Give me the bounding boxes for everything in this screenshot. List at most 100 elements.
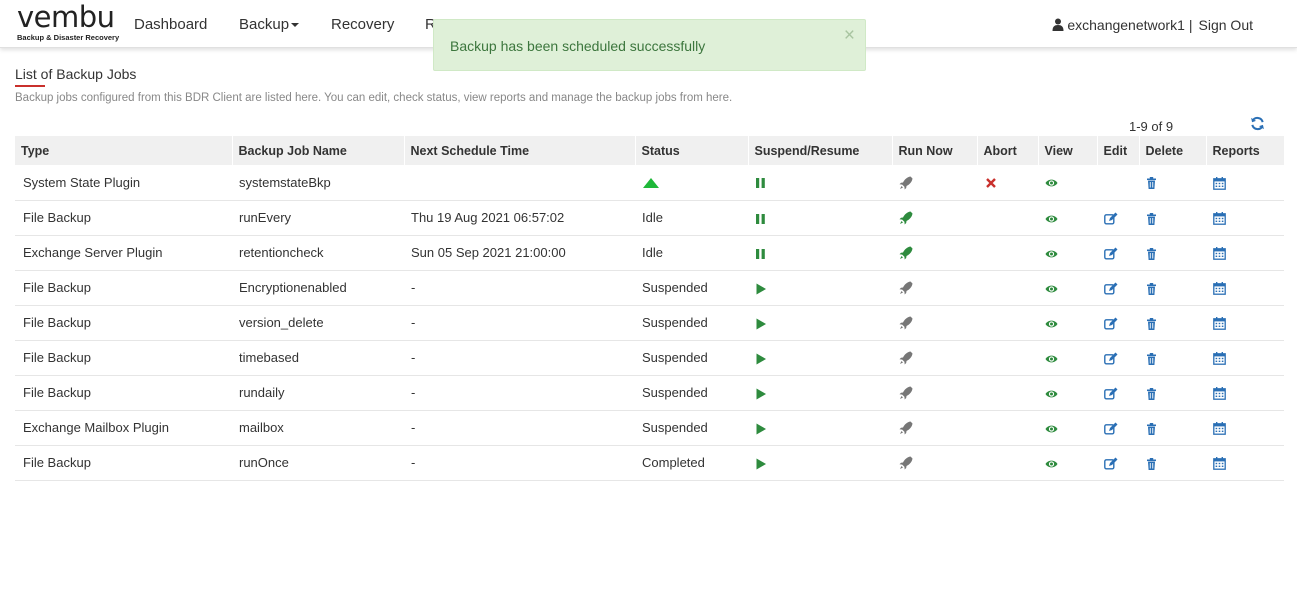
pause-icon[interactable] — [755, 213, 766, 225]
calendar-icon[interactable] — [1213, 352, 1226, 365]
table-row: Exchange Server Plugin retentioncheck Sun … — [15, 235, 1284, 271]
table-row: File Backup runOnce - Completed — [15, 445, 1284, 481]
job-name-cell: timebased — [232, 340, 404, 376]
col-header-status[interactable]: Status — [635, 136, 749, 165]
eye-icon[interactable] — [1045, 423, 1058, 435]
edit-icon[interactable] — [1104, 212, 1118, 225]
eye-icon[interactable] — [1045, 213, 1058, 225]
reports-cell — [1206, 410, 1284, 446]
col-header-suspend-resume: Suspend/Resume — [748, 136, 893, 165]
table-row: File Backup rundaily - Suspended — [15, 375, 1284, 411]
suspend-resume-cell — [748, 165, 892, 201]
nav-backup[interactable]: Backup — [239, 16, 300, 33]
play-icon[interactable] — [755, 388, 766, 400]
col-header-type[interactable]: Type — [15, 136, 233, 165]
play-icon[interactable] — [755, 318, 766, 330]
calendar-icon[interactable] — [1213, 457, 1226, 470]
view-cell — [1038, 375, 1097, 411]
abort-cell — [977, 410, 1038, 446]
trash-icon[interactable] — [1146, 317, 1157, 330]
edit-icon[interactable] — [1104, 317, 1118, 330]
eye-icon[interactable] — [1045, 248, 1058, 260]
rocket-icon[interactable] — [899, 351, 913, 365]
trash-icon[interactable] — [1146, 352, 1157, 365]
edit-cell — [1097, 340, 1139, 376]
view-cell — [1038, 410, 1097, 446]
col-header-abort: Abort — [977, 136, 1039, 165]
edit-cell — [1097, 410, 1139, 446]
calendar-icon[interactable] — [1213, 247, 1226, 260]
eye-icon[interactable] — [1045, 353, 1058, 365]
eye-icon[interactable] — [1045, 318, 1058, 330]
edit-icon[interactable] — [1104, 422, 1118, 435]
table-row: Exchange Mailbox Plugin mailbox - Suspended — [15, 410, 1284, 446]
col-header-schedule[interactable]: Next Schedule Time — [404, 136, 636, 165]
run-now-cell — [892, 305, 977, 341]
refresh-icon[interactable] — [1250, 116, 1265, 131]
play-icon[interactable] — [755, 423, 766, 435]
trash-icon[interactable] — [1146, 457, 1157, 470]
trash-icon[interactable] — [1146, 177, 1157, 190]
play-icon[interactable] — [755, 458, 766, 470]
rocket-icon[interactable] — [899, 456, 913, 470]
view-cell — [1038, 445, 1097, 481]
calendar-icon[interactable] — [1213, 422, 1226, 435]
trash-icon[interactable] — [1146, 212, 1157, 225]
nav-dashboard[interactable]: Dashboard — [134, 16, 207, 33]
edit-icon[interactable] — [1104, 457, 1118, 470]
username: exchangenetwork1 — [1067, 17, 1185, 33]
job-name-cell: runEvery — [232, 200, 404, 236]
rocket-icon[interactable] — [899, 316, 913, 330]
rocket-icon[interactable] — [899, 386, 913, 400]
logo-tagline: Backup & Disaster Recovery — [17, 33, 120, 42]
signout-link[interactable]: Sign Out — [1199, 17, 1253, 33]
job-status-cell: Suspended — [635, 410, 748, 446]
job-schedule-cell — [404, 165, 635, 201]
eye-icon[interactable] — [1045, 458, 1058, 470]
run-now-cell — [892, 200, 977, 236]
trash-icon[interactable] — [1146, 282, 1157, 295]
rocket-icon[interactable] — [899, 281, 913, 295]
delete-cell — [1139, 200, 1206, 236]
pause-icon[interactable] — [755, 177, 766, 189]
edit-icon[interactable] — [1104, 282, 1118, 295]
pause-icon[interactable] — [755, 248, 766, 260]
vembu-logo[interactable]: vembu Backup & Disaster Recovery — [17, 3, 120, 43]
abort-x-icon[interactable] — [986, 178, 996, 189]
eye-icon[interactable] — [1045, 283, 1058, 295]
rocket-icon[interactable] — [899, 176, 913, 190]
job-status-cell: Completed — [635, 445, 748, 481]
col-header-name[interactable]: Backup Job Name — [232, 136, 405, 165]
job-type-cell: File Backup — [15, 305, 232, 341]
reports-cell — [1206, 200, 1284, 236]
job-name-cell: version_delete — [232, 305, 404, 341]
job-name-cell: rundaily — [232, 375, 404, 411]
eye-icon[interactable] — [1045, 388, 1058, 400]
calendar-icon[interactable] — [1213, 282, 1226, 295]
calendar-icon[interactable] — [1213, 176, 1226, 190]
close-icon[interactable]: × — [844, 26, 855, 46]
trash-icon[interactable] — [1146, 422, 1157, 435]
run-now-cell — [892, 340, 977, 376]
calendar-icon[interactable] — [1213, 387, 1226, 400]
nav-recovery[interactable]: Recovery — [331, 16, 394, 33]
abort-cell — [977, 235, 1038, 271]
play-icon[interactable] — [755, 353, 766, 365]
play-icon[interactable] — [755, 283, 766, 295]
rocket-icon[interactable] — [899, 211, 913, 225]
edit-icon[interactable] — [1104, 247, 1118, 260]
rocket-icon[interactable] — [899, 421, 913, 435]
calendar-icon[interactable] — [1213, 212, 1226, 225]
trash-icon[interactable] — [1146, 387, 1157, 400]
calendar-icon[interactable] — [1213, 317, 1226, 330]
table-row: File Backup version_delete - Suspended — [15, 305, 1284, 341]
trash-icon[interactable] — [1146, 247, 1157, 260]
delete-cell — [1139, 375, 1206, 411]
eye-icon[interactable] — [1045, 177, 1058, 189]
job-schedule-cell: Thu 19 Aug 2021 06:57:02 — [404, 200, 635, 236]
job-name-cell: mailbox — [232, 410, 404, 446]
rocket-icon[interactable] — [899, 246, 913, 260]
edit-icon[interactable] — [1104, 352, 1118, 365]
edit-icon[interactable] — [1104, 387, 1118, 400]
job-type-cell: Exchange Server Plugin — [15, 235, 232, 271]
